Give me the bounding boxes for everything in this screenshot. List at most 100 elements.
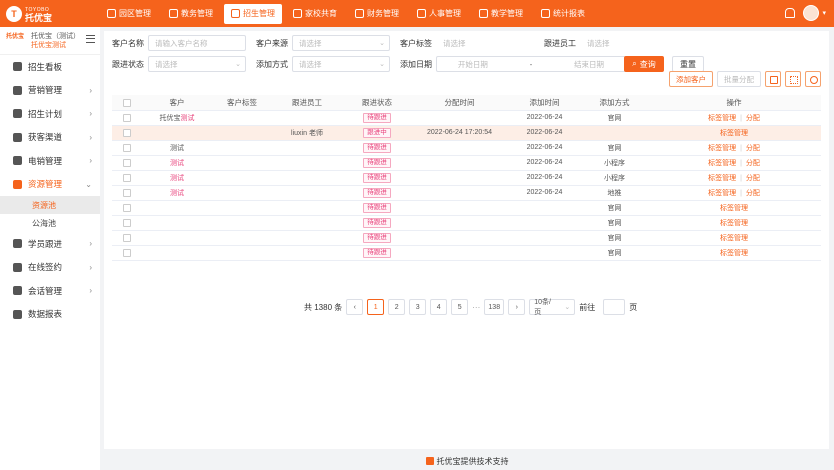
assign-time-cell: 2022-06-24 17:20:54	[412, 125, 507, 141]
filter-label-follow-staff: 跟进员工	[544, 38, 576, 48]
page-button-4[interactable]: 4	[430, 299, 448, 315]
tag-manage-link[interactable]: 标签管理	[708, 160, 736, 167]
select-all-checkbox[interactable]	[123, 98, 131, 107]
export-icon[interactable]	[765, 71, 781, 87]
customer-cell: 测试	[142, 140, 212, 156]
columns-icon[interactable]	[785, 71, 801, 87]
assign-link[interactable]: 分配	[746, 115, 760, 122]
sidebar-item-0[interactable]: 招生看板	[0, 55, 100, 79]
tag-manage-link[interactable]: 标签管理	[708, 145, 736, 152]
customer-tag-select[interactable]: 请选择	[436, 35, 534, 51]
row-checkbox[interactable]	[123, 218, 131, 227]
tag-manage-link[interactable]: 标签管理	[720, 130, 748, 137]
staff-cell	[272, 140, 342, 156]
submenu-item-1[interactable]: 公海池	[0, 214, 100, 232]
nav-item-6[interactable]: 教学管理	[472, 4, 530, 24]
nav-item-5[interactable]: 人事管理	[410, 4, 468, 24]
tag-manage-link[interactable]: 标签管理	[708, 115, 736, 122]
chevron-down-icon[interactable]: ▾	[822, 9, 826, 17]
nav-item-7[interactable]: 统计报表	[534, 4, 592, 24]
nav-item-2[interactable]: 招生管理	[224, 3, 282, 24]
status-badge: 跟进中	[363, 127, 391, 138]
avatar[interactable]	[803, 5, 820, 21]
sidebar-item-6[interactable]: 学员跟进 ›	[0, 232, 100, 256]
page-button-2[interactable]: 2	[388, 299, 406, 315]
status-badge: 待跟进	[363, 142, 391, 153]
table-row[interactable]: 测试 待跟进 2022-06-24 小程序 标签管理 | 分配	[112, 155, 821, 171]
row-checkbox[interactable]	[123, 128, 131, 137]
customer-source-select[interactable]: 请选择 ⌄	[292, 35, 390, 51]
row-checkbox[interactable]	[123, 113, 131, 122]
nav-icon	[107, 9, 116, 18]
tag-manage-link[interactable]: 标签管理	[720, 220, 748, 227]
page-jump-input[interactable]	[603, 299, 626, 315]
follow-status-select[interactable]: 请选择 ⌄	[148, 56, 246, 72]
row-checkbox[interactable]	[123, 143, 131, 152]
prev-page-button[interactable]: ‹	[346, 299, 364, 315]
tag-manage-link[interactable]: 标签管理	[708, 175, 736, 182]
nav-item-0[interactable]: 园区管理	[100, 4, 158, 24]
last-page-button[interactable]: 138	[484, 299, 505, 315]
page-button-1[interactable]: 1	[367, 299, 385, 315]
column-header-8: 操作	[647, 95, 821, 111]
school-switcher[interactable]: 托优宝 托优宝（测试） 托优宝测试	[0, 27, 100, 55]
row-checkbox[interactable]	[123, 203, 131, 212]
tag-manage-link[interactable]: 标签管理	[720, 250, 748, 257]
follow-staff-select[interactable]: 请选择	[580, 35, 660, 51]
table-row[interactable]: 测试 待跟进 2022-06-24 小程序 标签管理 | 分配	[112, 170, 821, 186]
table-row[interactable]: 托优宝测试 待跟进 2022-06-24 官网 标签管理 | 分配	[112, 110, 821, 126]
brand-logo[interactable]: T TOYOBO 托优宝	[0, 0, 100, 27]
table-toolbar: 添加客户 批量分配	[665, 71, 821, 87]
table-row[interactable]: liuxin 老师 跟进中 2022-06-24 17:20:54 2022-06-2…	[112, 125, 821, 141]
add-method-select[interactable]: 请选择 ⌄	[292, 56, 390, 72]
table-row[interactable]: 测试 待跟进 2022-06-24 地推 标签管理 | 分配	[112, 185, 821, 201]
assign-link[interactable]: 分配	[746, 175, 760, 182]
tag-manage-link[interactable]: 标签管理	[708, 190, 736, 197]
sidebar-item-1[interactable]: 营销管理 ›	[0, 79, 100, 103]
batch-assign-button[interactable]: 批量分配	[717, 71, 761, 87]
sidebar-item-9[interactable]: 数据报表	[0, 303, 100, 327]
assign-link[interactable]: 分配	[746, 145, 760, 152]
row-checkbox[interactable]	[123, 158, 131, 167]
assign-link[interactable]: 分配	[746, 160, 760, 167]
page-size-select[interactable]: 10条/页 ⌄	[529, 299, 576, 316]
assign-time-cell	[412, 155, 507, 171]
nav-item-1[interactable]: 教务管理	[162, 4, 220, 24]
row-checkbox[interactable]	[123, 233, 131, 242]
bell-icon[interactable]	[783, 7, 796, 19]
submenu-item-0[interactable]: 资源池	[0, 196, 100, 214]
search-button[interactable]: ⌕ 查询	[624, 56, 664, 72]
tag-manage-link[interactable]: 标签管理	[720, 235, 748, 242]
sidebar-item-2[interactable]: 招生计划 ›	[0, 102, 100, 126]
nav-item-4[interactable]: 财务管理	[348, 4, 406, 24]
table-row[interactable]: 待跟进 官网 标签管理	[112, 245, 821, 261]
sidebar-item-8[interactable]: 会话管理 ›	[0, 279, 100, 303]
add-date-range-picker[interactable]: 开始日期 - 结束日期	[436, 56, 626, 72]
sidebar-item-4[interactable]: 电销管理 ›	[0, 149, 100, 173]
menu-collapse-icon[interactable]	[86, 35, 95, 43]
page-button-3[interactable]: 3	[409, 299, 427, 315]
refresh-icon[interactable]	[805, 71, 821, 87]
assign-time-cell	[412, 230, 507, 246]
add-customer-button[interactable]: 添加客户	[669, 71, 713, 87]
sidebar-item-5[interactable]: 资源管理 ⌄	[0, 173, 100, 197]
assign-link[interactable]: 分配	[746, 190, 760, 197]
table-row[interactable]: 待跟进 官网 标签管理	[112, 200, 821, 216]
table-row[interactable]: 测试 待跟进 2022-06-24 官网 标签管理 | 分配	[112, 140, 821, 156]
row-checkbox[interactable]	[123, 173, 131, 182]
customer-name-input[interactable]: 请输入客户名称	[148, 35, 246, 51]
table-row[interactable]: 待跟进 官网 标签管理	[112, 215, 821, 231]
next-page-button[interactable]: ›	[508, 299, 526, 315]
sidebar-item-7[interactable]: 在线签约 ›	[0, 256, 100, 280]
status-badge: 待跟进	[363, 157, 391, 168]
menu-icon	[13, 109, 22, 119]
row-checkbox[interactable]	[123, 248, 131, 257]
nav-item-3[interactable]: 家校共育	[286, 4, 344, 24]
page-button-5[interactable]: 5	[451, 299, 469, 315]
row-checkbox[interactable]	[123, 188, 131, 197]
tag-manage-link[interactable]: 标签管理	[720, 205, 748, 212]
customer-cell: 测试	[142, 155, 212, 171]
sidebar-item-3[interactable]: 获客渠道 ›	[0, 126, 100, 150]
reset-button[interactable]: 重置	[672, 56, 704, 72]
table-row[interactable]: 待跟进 官网 标签管理	[112, 230, 821, 246]
